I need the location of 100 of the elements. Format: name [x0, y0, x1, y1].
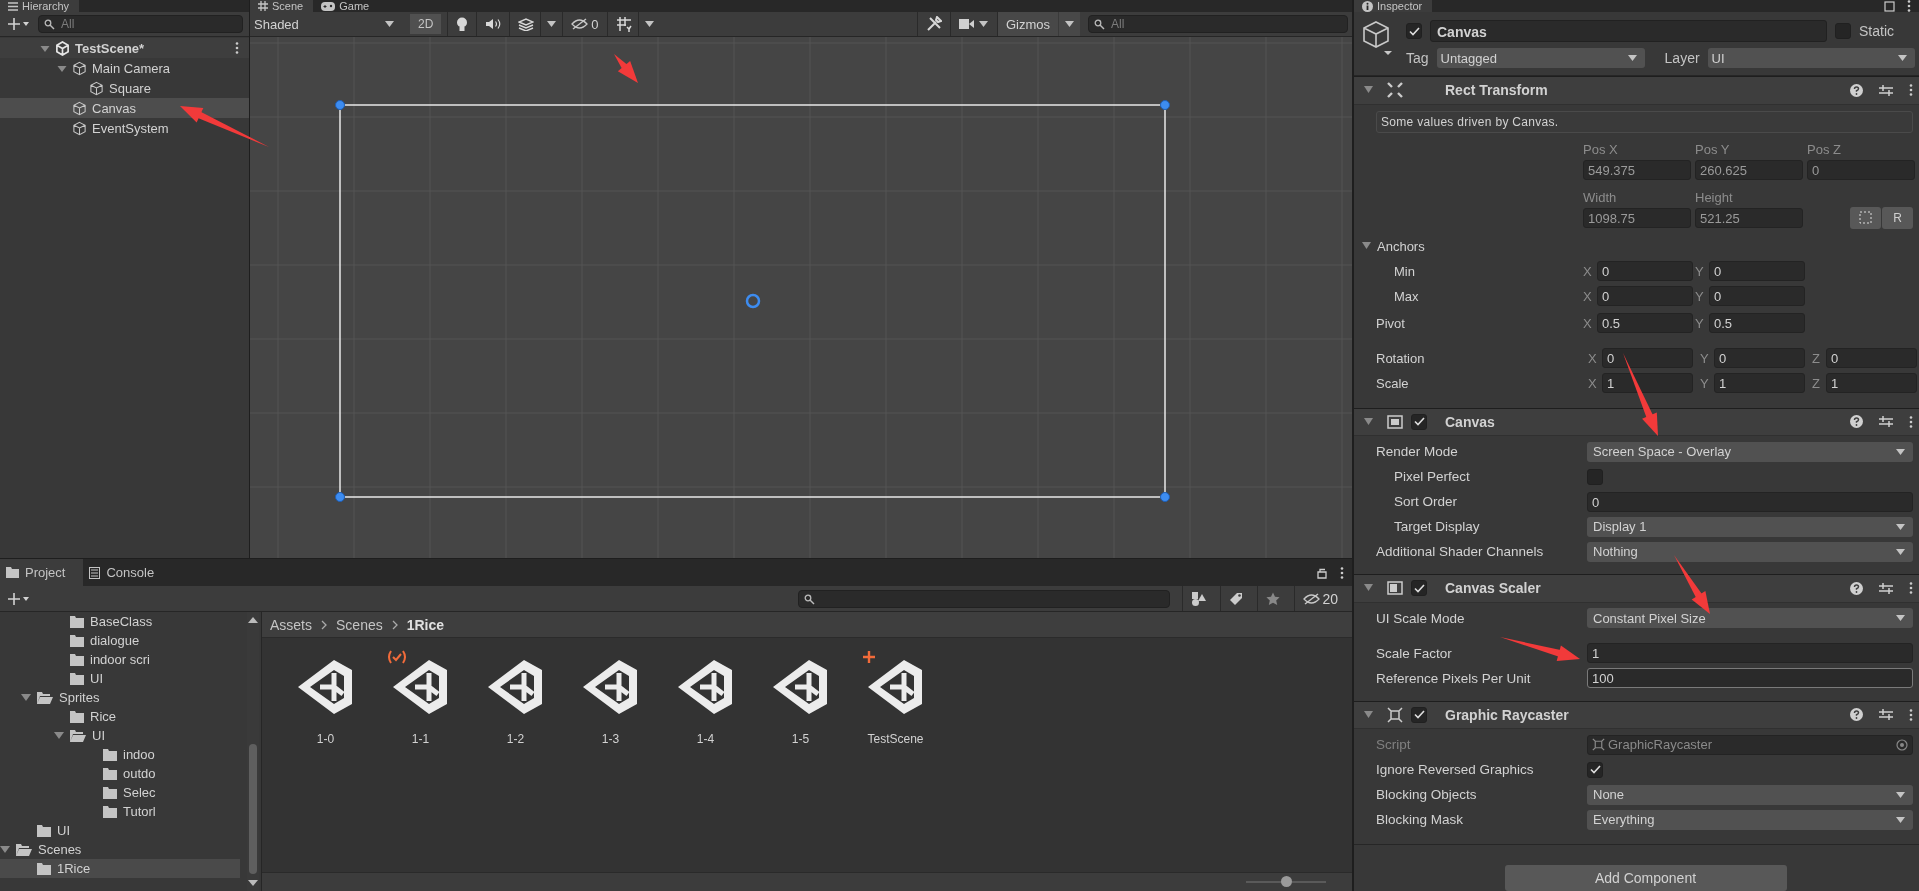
more-icon[interactable]	[1909, 415, 1913, 428]
checkbox[interactable]	[1587, 761, 1603, 778]
inspector-tab[interactable]: Inspector	[1354, 0, 1433, 12]
hierarchy-item[interactable]: Square	[0, 78, 249, 98]
number-field[interactable]: 0	[1602, 348, 1693, 368]
folder-item[interactable]: Scenes	[0, 840, 240, 859]
add-dropdown-icon[interactable]	[6, 590, 32, 607]
number-field[interactable]: 521.25	[1695, 207, 1803, 228]
foldout-arrow-icon[interactable]	[1364, 710, 1373, 719]
caret-icon[interactable]	[1058, 12, 1080, 36]
number-field[interactable]: 0	[1709, 261, 1805, 281]
help-icon[interactable]	[1850, 581, 1863, 595]
shading-dropdown[interactable]: Shaded	[250, 14, 402, 34]
slider-thumb[interactable]	[1281, 876, 1292, 887]
sliders-icon[interactable]	[1879, 581, 1893, 595]
help-icon[interactable]	[1850, 83, 1863, 97]
more-icon[interactable]	[1909, 582, 1913, 595]
dropdown[interactable]: Everything	[1587, 809, 1913, 830]
folder-item[interactable]: outdo	[0, 764, 240, 783]
number-field[interactable]: 100	[1587, 668, 1913, 688]
dropdown[interactable]: Screen Space - Overlay	[1587, 441, 1913, 462]
hierarchy-item[interactable]: EventSystem	[0, 118, 249, 138]
scroll-down-icon[interactable]	[248, 879, 258, 887]
folder-item[interactable]: BaseClass	[0, 612, 240, 631]
scroll-up-icon[interactable]	[248, 616, 258, 624]
sliders-icon[interactable]	[1879, 415, 1893, 429]
view-tab[interactable]: Scene	[250, 0, 314, 12]
folder-item[interactable]: UI	[0, 669, 240, 688]
folder-item[interactable]: indoor scri	[0, 650, 240, 669]
sliders-icon[interactable]	[1879, 708, 1893, 722]
folder-item[interactable]: dialogue	[0, 631, 240, 650]
number-field[interactable]: 549.375	[1583, 159, 1691, 180]
raw-edit-button[interactable]: R	[1882, 206, 1913, 229]
dropdown[interactable]: Display 1	[1587, 516, 1913, 537]
help-icon[interactable]	[1850, 708, 1863, 722]
number-field[interactable]: 1098.75	[1583, 207, 1691, 228]
hierarchy-item[interactable]: TestScene*	[0, 38, 249, 58]
2d-toggle[interactable]: 2D	[410, 14, 442, 34]
more-icon[interactable]	[1909, 708, 1913, 721]
number-field[interactable]: 0	[1597, 261, 1693, 281]
number-field[interactable]: 0	[1597, 286, 1693, 306]
name-field[interactable]: Canvas	[1430, 20, 1827, 42]
foldout-label[interactable]: Anchors	[1377, 238, 1425, 254]
hierarchy-tab[interactable]: Hierarchy	[0, 0, 80, 12]
scrollbar-thumb[interactable]	[249, 744, 257, 874]
sliders-icon[interactable]	[1879, 83, 1893, 97]
number-field[interactable]: 1	[1602, 373, 1693, 393]
search-field[interactable]: All	[1088, 15, 1348, 33]
add-component-button[interactable]: Add Component	[1504, 865, 1787, 891]
panel-tab[interactable]: Console	[83, 559, 173, 586]
foldout-arrow-icon[interactable]	[1362, 242, 1371, 250]
folder-item[interactable]: indoo	[0, 745, 240, 764]
hierarchy-item[interactable]: Canvas	[0, 98, 249, 118]
more-icon[interactable]	[1907, 0, 1911, 12]
blueprint-mode-button[interactable]	[1850, 206, 1881, 229]
hierarchy-item[interactable]: Main Camera	[0, 58, 249, 78]
dropdown[interactable]: Constant Pixel Size	[1587, 608, 1913, 628]
view-tab[interactable]: Game	[313, 0, 380, 12]
number-field[interactable]: 0	[1807, 159, 1915, 180]
foldout-arrow-icon[interactable]	[1364, 86, 1373, 95]
breadcrumb-link[interactable]: 1Rice	[406, 616, 445, 633]
checkbox[interactable]	[1835, 23, 1851, 39]
foldout-arrow-icon[interactable]	[1364, 417, 1373, 426]
number-field[interactable]: 1	[1826, 373, 1917, 393]
search-field[interactable]	[798, 589, 1171, 608]
number-field[interactable]: 1	[1714, 373, 1805, 393]
checkbox[interactable]	[1411, 580, 1427, 597]
folder-item[interactable]: Tutorl	[0, 802, 240, 821]
foldout-arrow-icon[interactable]	[54, 731, 64, 740]
layer-dropdown[interactable]: UI	[1707, 48, 1915, 68]
number-field[interactable]: 260.625	[1695, 159, 1803, 180]
pivot-handle[interactable]	[745, 293, 761, 309]
maximize-icon[interactable]	[1884, 0, 1895, 12]
number-field[interactable]: 0	[1709, 286, 1805, 306]
more-icon[interactable]	[235, 42, 239, 54]
lock-icon[interactable]	[1316, 566, 1328, 579]
number-field[interactable]: 0.5	[1597, 313, 1693, 333]
folder-item[interactable]: 1Rice	[0, 859, 240, 878]
hidden-packages-toggle[interactable]: 20	[1294, 586, 1346, 611]
icon-size-slider[interactable]	[1246, 876, 1326, 888]
number-field[interactable]: 0.5	[1709, 313, 1805, 333]
foldout-arrow-icon[interactable]	[0, 845, 10, 854]
number-field[interactable]: 1	[1587, 643, 1913, 663]
help-icon[interactable]	[1850, 415, 1863, 429]
checkbox[interactable]	[1406, 23, 1422, 39]
number-field[interactable]: 0	[1587, 491, 1913, 512]
checkbox[interactable]	[1411, 706, 1427, 723]
folder-item[interactable]: Rice	[0, 707, 240, 726]
checkbox[interactable]	[1411, 413, 1427, 430]
hidden-objects-toggle[interactable]: 0	[562, 12, 607, 36]
search-field[interactable]: All	[38, 15, 243, 33]
breadcrumb-link[interactable]: Assets	[270, 616, 312, 633]
checkbox[interactable]	[1587, 468, 1603, 485]
breadcrumb-link[interactable]: Scenes	[336, 616, 383, 633]
more-icon[interactable]	[1909, 84, 1913, 97]
dropdown[interactable]: Nothing	[1587, 541, 1913, 562]
more-icon[interactable]	[1340, 566, 1344, 579]
foldout-arrow-icon[interactable]	[21, 693, 31, 702]
folder-item[interactable]: Selec	[0, 783, 240, 802]
folder-item[interactable]: UI	[0, 726, 240, 745]
